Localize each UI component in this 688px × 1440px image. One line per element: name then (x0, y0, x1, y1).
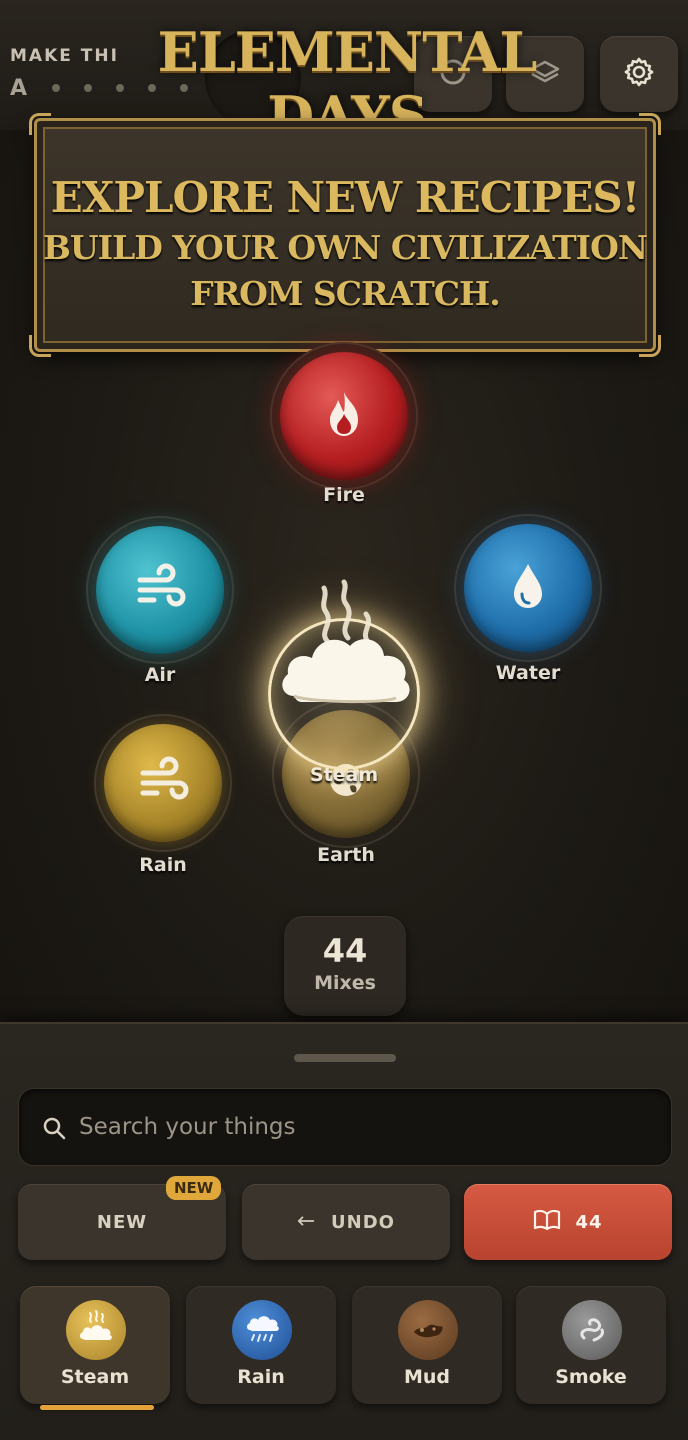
search-input[interactable] (79, 1107, 639, 1147)
item-icon-circle (66, 1300, 126, 1360)
settings-button[interactable] (600, 36, 678, 112)
item-icon-circle (232, 1300, 292, 1360)
banner-subline-1: BUILD YOUR OWN CIVILIZATION (42, 228, 648, 267)
mix-label: Mixes (314, 972, 376, 994)
inventory-sheet: NEW NEW UNDO 44 Steam Rain (0, 1022, 688, 1440)
element-label: Rain (139, 854, 187, 876)
item-label: Steam (60, 1366, 130, 1388)
banner-corner (29, 335, 51, 357)
banner-corner (29, 113, 51, 135)
element-label: Water (495, 662, 561, 684)
item-label: Rain (237, 1366, 285, 1388)
rain-cloud-icon (242, 1308, 282, 1352)
element-ring (272, 344, 416, 488)
dragged-element-steam[interactable] (272, 578, 422, 748)
mud-icon (408, 1308, 448, 1352)
banner-headline: EXPLORE NEW RECIPES! (50, 173, 640, 222)
element-water[interactable]: Water (456, 516, 600, 696)
banner-subline: BUILD YOUR OWN CIVILIZATION FROM SCRATCH… (37, 225, 653, 317)
gear-icon (621, 54, 657, 94)
book-icon (533, 1209, 561, 1236)
inventory-item-steam[interactable]: Steam (20, 1286, 170, 1410)
item-icon-circle (562, 1300, 622, 1360)
search-bar[interactable] (18, 1088, 672, 1166)
wind-icon (133, 751, 193, 815)
dot (84, 84, 92, 92)
new-button-label: NEW (96, 1211, 148, 1233)
undo-button[interactable]: UNDO (242, 1184, 450, 1260)
cloud-steam-icon (272, 579, 422, 752)
new-badge: NEW (166, 1176, 222, 1200)
element-orb (96, 526, 224, 654)
banner-corner (639, 335, 661, 357)
item-icon-circle (398, 1300, 458, 1360)
game-board: MAKE THI A ELEMENTAL DAYS EXPLORE NEW RE… (0, 0, 688, 1022)
element-fire[interactable]: Fire (272, 344, 416, 524)
dragged-element-label: Steam (309, 764, 379, 786)
element-orb (464, 524, 592, 652)
partial-letter: A (10, 76, 28, 101)
top-bar: MAKE THI A ELEMENTAL DAYS (0, 0, 688, 148)
element-ring (456, 516, 600, 660)
banner-corner (639, 113, 661, 135)
flame-icon (314, 384, 374, 448)
undo-label: UNDO (331, 1211, 395, 1233)
recipe-book-button[interactable]: 44 (464, 1184, 672, 1260)
undo-icon (297, 1212, 317, 1233)
element-label: Fire (323, 484, 365, 506)
element-rain[interactable]: Rain (96, 716, 230, 886)
sheet-drag-handle[interactable] (294, 1054, 396, 1062)
recipe-book-count: 44 (575, 1211, 603, 1233)
element-label: Air (144, 664, 176, 686)
element-orb (104, 724, 222, 842)
element-orb (280, 352, 408, 480)
droplet-icon (498, 556, 558, 620)
item-label: Smoke (555, 1366, 627, 1388)
element-ring (96, 716, 230, 850)
element-ring (88, 518, 232, 662)
promo-banner: EXPLORE NEW RECIPES! BUILD YOUR OWN CIVI… (29, 113, 661, 357)
inventory-item-smoke[interactable]: Smoke (516, 1286, 666, 1404)
mix-counter: 44 Mixes (284, 916, 406, 1016)
inventory-item-mud[interactable]: Mud (352, 1286, 502, 1404)
mix-count: 44 (322, 932, 368, 970)
new-button[interactable]: NEW NEW (18, 1176, 226, 1260)
active-indicator (40, 1405, 154, 1410)
banner-subline-2: FROM SCRATCH. (190, 274, 500, 313)
inventory-item-rain[interactable]: Rain (186, 1286, 336, 1404)
partial-heading: MAKE THI (10, 46, 119, 66)
cloud-steam-icon (76, 1308, 116, 1352)
item-label: Mud (403, 1366, 451, 1388)
wind-icon (130, 558, 190, 622)
element-air[interactable]: Air (88, 518, 232, 698)
smoke-icon (572, 1308, 612, 1352)
element-label: Earth (317, 844, 375, 866)
search-icon (41, 1115, 67, 1141)
dot (52, 84, 60, 92)
